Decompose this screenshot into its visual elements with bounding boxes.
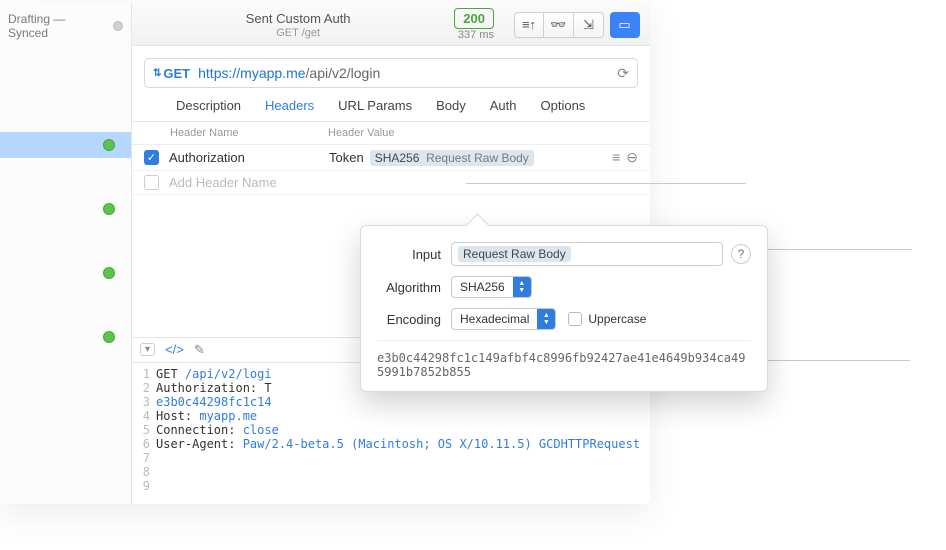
tab-description[interactable]: Description <box>176 98 241 113</box>
code-view-dropdown[interactable]: ▾ <box>140 343 155 356</box>
popover-input-label: Input <box>377 247 451 262</box>
header-enabled-checkbox[interactable] <box>144 175 159 190</box>
uppercase-option[interactable]: Uppercase <box>568 312 646 326</box>
latency-label: 337 ms <box>458 29 494 41</box>
header-enabled-checkbox[interactable]: ✓ <box>144 150 159 165</box>
sidebar-item-3[interactable] <box>0 260 131 286</box>
http-method: GET <box>163 66 190 81</box>
header-menu-icon[interactable]: ≡ <box>612 149 620 166</box>
sidebar: Drafting — Synced <box>0 4 132 504</box>
header-name-field[interactable]: Authorization <box>169 150 329 165</box>
status-dot-icon <box>103 267 115 279</box>
toolbar-btn-export-icon[interactable]: ⇲ <box>574 12 604 38</box>
select-caret-icon: ▲▼ <box>537 309 555 329</box>
col-header-value: Header Value <box>328 127 638 139</box>
uppercase-checkbox[interactable] <box>568 312 582 326</box>
status-dot-icon <box>103 331 115 343</box>
sidebar-item-4[interactable] <box>0 324 131 350</box>
sync-dot-icon <box>113 21 123 31</box>
sidebar-item-1[interactable] <box>0 132 131 158</box>
callout-line <box>466 183 746 184</box>
popover-input-field[interactable]: Request Raw Body <box>451 242 723 266</box>
url-text[interactable]: https://myapp.me/api/v2/login <box>198 65 617 81</box>
header-remove-icon[interactable]: ⊖ <box>626 149 638 166</box>
section-tabs: Description Headers URL Params Body Auth… <box>132 98 650 122</box>
dynamic-value-hash[interactable]: SHA256 Request Raw Body <box>370 150 534 166</box>
sync-status: Drafting — Synced <box>0 6 131 46</box>
window-title: Sent Custom Auth <box>142 11 454 26</box>
url-scheme: https:// <box>198 65 240 81</box>
header-value-field[interactable]: Token SHA256 Request Raw Body <box>329 150 612 166</box>
toolbar-buttons: ≡↑ 👓 ⇲ ▭ <box>514 12 640 38</box>
uppercase-label: Uppercase <box>588 312 646 326</box>
hash-dynamic-value-popover: Input Request Raw Body ? Algorithm SHA25… <box>360 225 768 392</box>
reload-icon[interactable]: ⟳ <box>617 65 629 82</box>
code-edit-icon[interactable]: ✎ <box>194 342 205 358</box>
url-path: /api/v2/login <box>306 65 381 81</box>
tab-options[interactable]: Options <box>541 98 586 113</box>
status-dot-icon <box>103 203 115 215</box>
url-bar[interactable]: ⇅ GET https://myapp.me/api/v2/login ⟳ <box>144 58 638 88</box>
status-dot-icon <box>103 139 115 151</box>
method-caret-icon: ⇅ <box>153 68 161 79</box>
header-row[interactable]: ✓ Authorization Token SHA256 Request Raw… <box>132 145 650 171</box>
code-tag-icon[interactable]: </> <box>165 342 184 357</box>
dynamic-value-request-raw-body[interactable]: Request Raw Body <box>458 246 571 262</box>
hash-output: e3b0c44298fc1c149afbf4c8996fb92427ae41e4… <box>377 340 751 379</box>
tab-headers[interactable]: Headers <box>265 98 314 113</box>
col-header-name: Header Name <box>170 127 328 139</box>
http-method-selector[interactable]: ⇅ GET <box>153 66 190 81</box>
http-status-badge: 200 <box>454 8 494 29</box>
toolbar-btn-panel-icon[interactable]: ▭ <box>610 12 640 38</box>
header-value-prefix: Token <box>329 150 364 165</box>
popover-enc-label: Encoding <box>377 312 451 327</box>
sync-status-text: Drafting — Synced <box>8 12 107 40</box>
titlebar: Sent Custom Auth GET /get 200 337 ms ≡↑ … <box>132 4 650 46</box>
toolbar-btn-sort-icon[interactable]: ≡↑ <box>514 12 544 38</box>
help-icon[interactable]: ? <box>731 244 751 264</box>
select-caret-icon: ▲▼ <box>513 277 531 297</box>
header-column-labels: Header Name Header Value <box>132 122 650 145</box>
encoding-value: Hexadecimal <box>452 312 537 326</box>
window-subtitle: GET /get <box>142 27 454 39</box>
algorithm-value: SHA256 <box>452 280 513 294</box>
title-center: Sent Custom Auth GET /get <box>142 11 454 39</box>
toolbar-btn-glasses-icon[interactable]: 👓 <box>544 12 574 38</box>
tab-body[interactable]: Body <box>436 98 466 113</box>
tab-url-params[interactable]: URL Params <box>338 98 412 113</box>
encoding-select[interactable]: Hexadecimal ▲▼ <box>451 308 556 330</box>
popover-algo-label: Algorithm <box>377 280 451 295</box>
line-gutter: 1 2 3 4 5 6 7 8 9 <box>132 363 156 505</box>
algorithm-select[interactable]: SHA256 ▲▼ <box>451 276 532 298</box>
tab-auth[interactable]: Auth <box>490 98 517 113</box>
urlbar-row: ⇅ GET https://myapp.me/api/v2/login ⟳ <box>132 46 650 98</box>
url-host: myapp.me <box>240 65 305 81</box>
header-name-placeholder[interactable]: Add Header Name <box>169 175 329 190</box>
sidebar-item-2[interactable] <box>0 196 131 222</box>
